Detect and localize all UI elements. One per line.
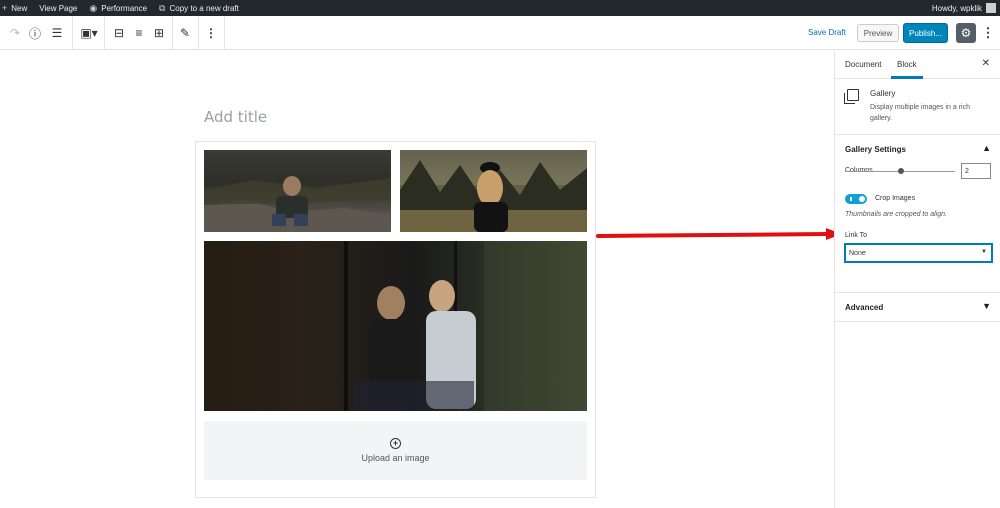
columns-range-thumb[interactable] [898,168,904,174]
settings-sidebar: Document Block ✕ Gallery Display multipl… [834,51,1000,508]
link-to-select[interactable]: None ▼ [845,244,992,262]
gallery-settings-panel: Gallery Settings ▲ Columns 2 Crop Images… [835,135,1000,293]
toggle-knob [859,196,865,202]
toolbar-divider [224,16,225,50]
chevron-up-icon: ▲ [982,143,991,153]
toolbar-divider [104,16,105,50]
admin-performance-label: Performance [101,3,148,13]
chevron-down-icon: ▼ [982,301,991,311]
crop-images-label: Crop Images [875,195,916,202]
link-to-label: Link To [845,232,868,239]
admin-new-link[interactable]: + New [2,3,27,13]
advanced-title: Advanced [845,303,884,312]
preview-button[interactable]: Preview [857,24,899,42]
toolbar-divider [198,16,199,50]
more-tools-icon[interactable]: ⋮ [982,24,995,42]
align-full-icon[interactable]: ⊞ [150,24,168,42]
crop-images-help: Thumbnails are cropped to align. [845,211,947,218]
align-wide-icon[interactable]: ⊟ [110,24,128,42]
post-title-input[interactable]: Add title [204,108,267,126]
photo-couple-window [204,241,587,411]
gallery-block[interactable]: + Upload an image [195,141,596,498]
align-center-icon[interactable]: ≡ [130,24,148,42]
block-description: Display multiple images in a rich galler… [870,104,970,122]
admin-copy-draft-label: Copy to a new draft [169,3,239,13]
admin-view-page-link[interactable]: View Page [39,4,77,13]
editor-canvas: Add title + Upload an image [0,51,842,508]
admin-copy-draft-link[interactable]: ⧉ Copy to a new draft [159,3,239,14]
sidebar-tabs: Document Block ✕ [835,51,1000,79]
avatar [986,3,996,13]
gallery-image[interactable] [204,150,391,232]
toolbar-divider [172,16,173,50]
toggle-on-mark [850,197,852,201]
admin-new-label: New [11,3,28,13]
howdy-label: Howdy, wpklik [931,3,982,13]
block-navigation-icon[interactable]: ☰ [48,24,66,42]
admin-performance-link[interactable]: ◉ Performance [89,3,147,14]
photo-woman-cap-forest [400,150,587,232]
info-icon[interactable]: ⓘ [26,24,44,42]
block-name: Gallery [870,89,896,98]
crop-images-toggle[interactable] [845,194,867,204]
redo-icon[interactable]: ↷ [6,24,24,42]
upload-image-button[interactable]: + Upload an image [204,421,587,480]
gallery-settings-toggle[interactable]: Gallery Settings ▲ [835,135,1000,163]
gallery-image[interactable] [204,241,587,411]
close-icon[interactable]: ✕ [982,58,990,69]
admin-bar: + New View Page ◉ Performance ⧉ Copy to a n… [0,0,1000,16]
block-more-options-icon[interactable]: ⋮ [202,24,220,42]
gallery-block-switcher-icon[interactable]: ▣▾ [78,24,100,42]
upload-image-label: Upload an image [361,453,430,463]
plus-icon: + [2,3,8,13]
tab-block[interactable]: Block [897,60,917,69]
admin-account-menu[interactable]: Howdy, wpklik [932,0,996,16]
gallery-icon [844,89,859,104]
link-to-value: None [849,249,866,257]
annotation-arrow [596,228,842,240]
gallery-image[interactable] [400,150,587,232]
copy-icon: ⧉ [159,2,166,13]
admin-view-page-label: View Page [39,3,78,13]
performance-icon: ◉ [89,2,98,13]
plus-circle-icon: + [390,438,401,449]
columns-number-input[interactable]: 2 [961,163,991,179]
photo-man-hiking [204,176,391,232]
gallery-settings-title: Gallery Settings [845,145,906,154]
tab-document[interactable]: Document [845,60,881,69]
settings-gear-icon[interactable]: ⚙ [956,23,976,43]
advanced-panel: Advanced ▼ [835,293,1000,322]
chevron-down-icon: ▼ [981,249,987,255]
edit-pencil-icon[interactable]: ✎ [176,24,194,42]
toolbar-divider [72,16,73,50]
save-draft-button[interactable]: Save Draft [808,28,846,37]
editor-toolbar: ↷ ⓘ ☰ ▣▾ ⊟ ≡ ⊞ ✎ ⋮ Save Draft Preview Pu… [0,16,1000,50]
advanced-toggle[interactable]: Advanced ▼ [835,293,1000,321]
block-card: Gallery Display multiple images in a ric… [835,79,1000,135]
publish-button[interactable]: Publish... [903,23,948,43]
